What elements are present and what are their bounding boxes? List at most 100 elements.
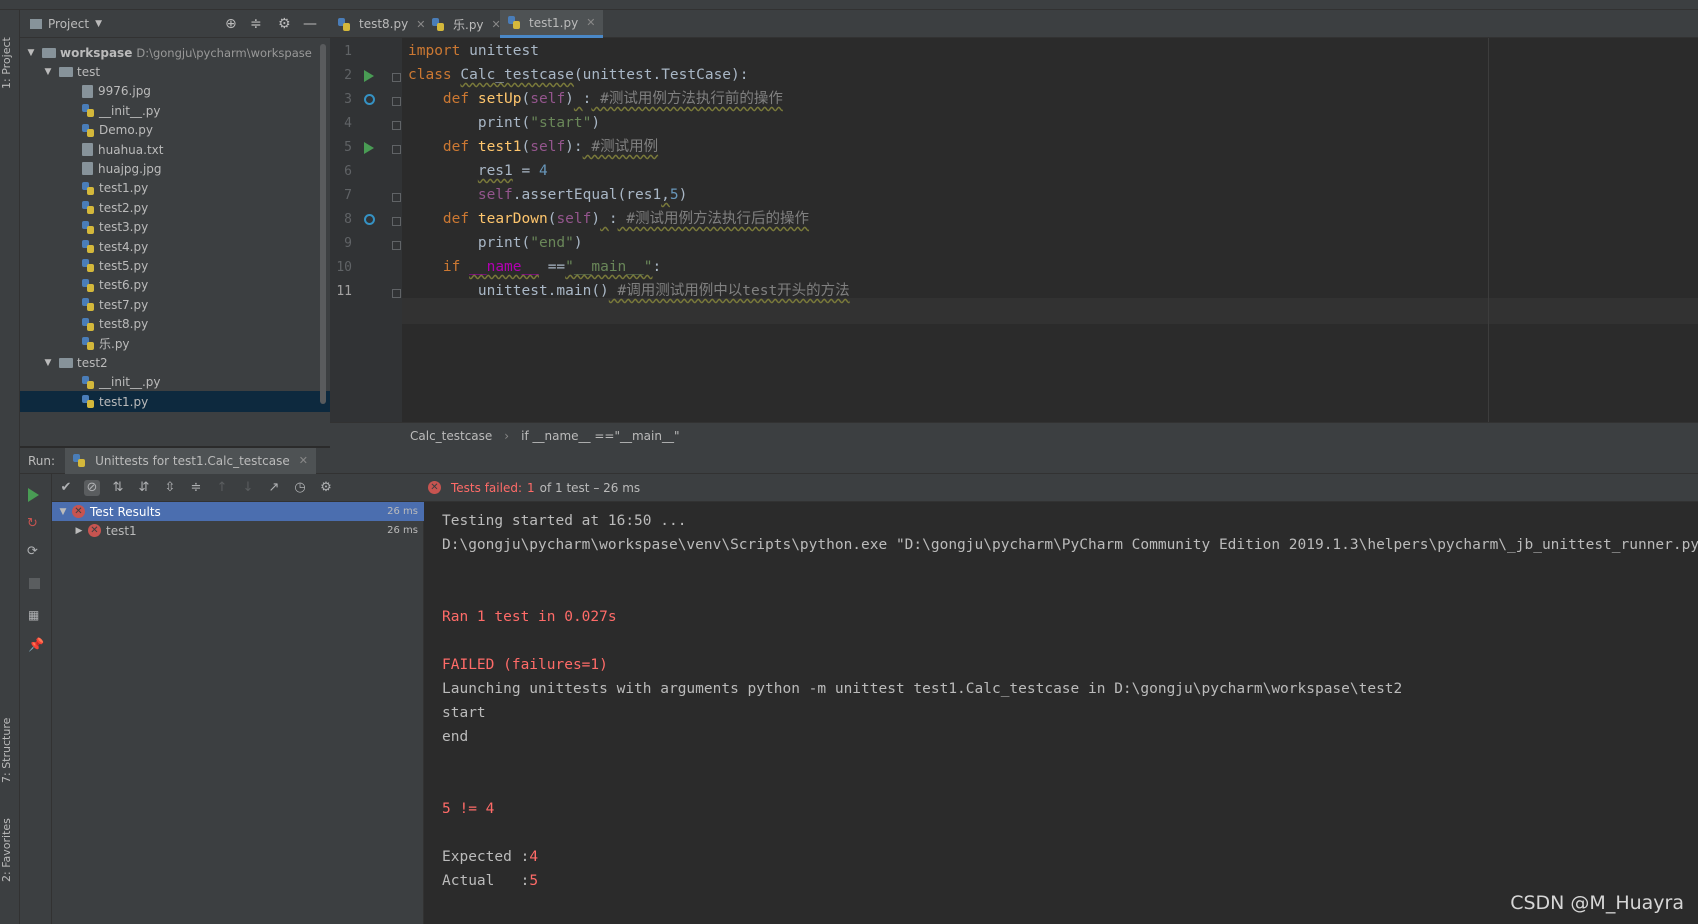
fold-marker[interactable] bbox=[392, 241, 401, 250]
run-test-icon[interactable] bbox=[364, 142, 374, 154]
breadcrumb-item[interactable]: if __name__ =="__main__" bbox=[521, 429, 679, 443]
project-tree-item[interactable]: test1.py bbox=[20, 391, 330, 413]
chevron-down-icon[interactable]: ▼ bbox=[43, 358, 53, 368]
chevron-down-icon[interactable]: ▼ bbox=[26, 48, 36, 58]
fold-marker[interactable] bbox=[392, 73, 401, 82]
override-icon[interactable] bbox=[364, 214, 375, 225]
code-editor[interactable]: import unittest class Calc_testcase(unit… bbox=[402, 38, 1698, 422]
code-line-9: print("end") bbox=[408, 235, 583, 251]
collapse-all-icon[interactable]: ≑ bbox=[188, 480, 204, 496]
show-passed-icon[interactable]: ✔ bbox=[58, 480, 74, 496]
python-file-icon bbox=[338, 17, 351, 31]
rerun-failed-icon[interactable]: ↻ bbox=[27, 516, 38, 531]
project-tree-item[interactable]: __init__.py bbox=[20, 372, 330, 393]
fold-marker[interactable] bbox=[392, 289, 401, 298]
test-result-item[interactable]: ▼ ✕ Test Results 26 ms bbox=[52, 502, 424, 521]
project-tree-item[interactable]: test7.py bbox=[20, 294, 330, 315]
breadcrumb-item[interactable]: Calc_testcase bbox=[410, 429, 492, 443]
fail-icon: ✕ bbox=[72, 505, 85, 518]
project-view-selector[interactable]: Project bbox=[48, 17, 89, 31]
sort-duration-icon[interactable]: ⇵ bbox=[136, 480, 152, 496]
project-tree-item[interactable]: test1.py bbox=[20, 178, 330, 199]
breadcrumb: Calc_testcase › if __name__ =="__main__" bbox=[330, 422, 1698, 448]
project-tree-item[interactable]: test3.py bbox=[20, 217, 330, 238]
fold-marker[interactable] bbox=[392, 97, 401, 106]
project-tree-item[interactable]: ▼ test bbox=[20, 61, 330, 82]
chevron-icon[interactable]: ▶ bbox=[74, 526, 84, 536]
project-tree-item[interactable]: 9976.jpg bbox=[20, 81, 330, 102]
editor-tab[interactable]: test1.py ✕ bbox=[500, 10, 604, 38]
project-tree-item-label: workspase bbox=[60, 45, 133, 60]
python-file-icon bbox=[82, 104, 95, 118]
project-tree-item[interactable]: test4.py bbox=[20, 236, 330, 257]
favorites-tool-tab[interactable]: 2: Favorites bbox=[0, 810, 20, 890]
editor-tab[interactable]: test8.py ✕ bbox=[330, 10, 433, 38]
fold-marker[interactable] bbox=[392, 145, 401, 154]
line-number: 4 bbox=[344, 116, 352, 131]
chevron-down-icon[interactable]: ▼ bbox=[95, 19, 102, 29]
layout-icon[interactable]: ▦ bbox=[28, 608, 39, 622]
project-scrollbar[interactable] bbox=[320, 44, 326, 404]
editor-tab-label: test8.py bbox=[359, 17, 409, 31]
chevron-icon[interactable]: ▼ bbox=[58, 507, 68, 517]
close-icon[interactable]: ✕ bbox=[299, 454, 308, 467]
arrow-up-icon[interactable]: ↑ bbox=[214, 480, 230, 496]
locate-icon[interactable]: ⊕ bbox=[225, 16, 237, 32]
editor-tab[interactable]: 乐.py ✕ bbox=[424, 10, 509, 38]
project-tree-item[interactable]: huahua.txt bbox=[20, 139, 330, 160]
run-config-tab[interactable]: Unittests for test1.Calc_testcase ✕ bbox=[65, 447, 316, 474]
python-file-icon bbox=[508, 16, 521, 29]
tests-failed-count: 1 bbox=[527, 480, 535, 495]
project-view-icon bbox=[30, 18, 42, 29]
editor-tab-label: 乐.py bbox=[453, 17, 484, 32]
project-tree-item[interactable]: test5.py bbox=[20, 255, 330, 276]
python-file-icon bbox=[82, 298, 95, 312]
gear-icon[interactable]: ⚙ bbox=[278, 16, 291, 32]
project-tree-item[interactable]: test8.py bbox=[20, 314, 330, 335]
fold-marker[interactable] bbox=[392, 121, 401, 130]
project-panel: Project ▼ ⊕ ≑ ⚙ — ▼ workspase D:\gongju\p… bbox=[20, 10, 330, 446]
expand-all-icon[interactable]: ⇳ bbox=[162, 480, 178, 496]
sort-alpha-icon[interactable]: ⇅ bbox=[110, 480, 126, 496]
minimize-icon[interactable]: — bbox=[303, 16, 317, 32]
console-output[interactable]: Testing started at 16:50 ... D:\gongju\py… bbox=[424, 502, 1698, 924]
console-label: Actual : bbox=[442, 873, 530, 889]
project-tree-item[interactable]: ▼ test2 bbox=[20, 352, 330, 373]
python-file-icon bbox=[82, 395, 95, 409]
test-duration: 26 ms bbox=[387, 525, 418, 536]
left-tool-strip: 1: Project 7: Structure 2: Favorites bbox=[0, 10, 20, 924]
rerun-icon[interactable] bbox=[28, 488, 39, 502]
history-icon[interactable]: ◷ bbox=[292, 480, 308, 496]
project-tree-item[interactable]: ▼ workspase D:\gongju\pycharm\workspase bbox=[20, 42, 330, 63]
python-file-icon bbox=[82, 201, 95, 215]
collapse-all-icon[interactable]: ≑ bbox=[250, 16, 262, 32]
toggle-auto-test-icon[interactable]: ⟳ bbox=[27, 544, 38, 559]
test-result-item[interactable]: ▶ ✕ test1 26 ms bbox=[52, 521, 424, 540]
override-icon[interactable] bbox=[364, 94, 375, 105]
project-tree-item[interactable]: test2.py bbox=[20, 197, 330, 218]
run-test-icon[interactable] bbox=[364, 70, 374, 82]
close-icon[interactable]: ✕ bbox=[586, 16, 595, 29]
pin-icon[interactable]: 📌 bbox=[28, 638, 44, 653]
stop-icon[interactable] bbox=[29, 578, 40, 589]
project-tree-item[interactable]: huajpg.jpg bbox=[20, 158, 330, 179]
python-file-icon bbox=[82, 375, 95, 389]
fold-marker[interactable] bbox=[392, 217, 401, 226]
project-tree-item[interactable]: test6.py bbox=[20, 275, 330, 296]
console-line: D:\gongju\pycharm\workspase\venv\Scripts… bbox=[442, 537, 1698, 553]
line-number: 11 bbox=[336, 284, 352, 299]
arrow-down-icon[interactable]: ↓ bbox=[240, 480, 256, 496]
fold-marker[interactable] bbox=[392, 193, 401, 202]
project-tree-item[interactable]: Demo.py bbox=[20, 120, 330, 141]
project-tree-item-label: test7.py bbox=[99, 297, 149, 312]
show-ignored-icon[interactable]: ⊘ bbox=[84, 479, 100, 496]
gear-icon[interactable]: ⚙ bbox=[318, 480, 334, 496]
project-tree-item[interactable]: 乐.py bbox=[20, 333, 330, 354]
code-line-1: import unittest bbox=[408, 43, 539, 59]
chevron-down-icon[interactable]: ▼ bbox=[43, 67, 53, 77]
project-tool-tab[interactable]: 1: Project bbox=[0, 28, 20, 98]
structure-tool-tab[interactable]: 7: Structure bbox=[0, 710, 20, 790]
project-tree-item[interactable]: __init__.py bbox=[20, 100, 330, 121]
export-icon[interactable]: ↗ bbox=[266, 480, 282, 496]
python-file-icon bbox=[82, 317, 95, 331]
